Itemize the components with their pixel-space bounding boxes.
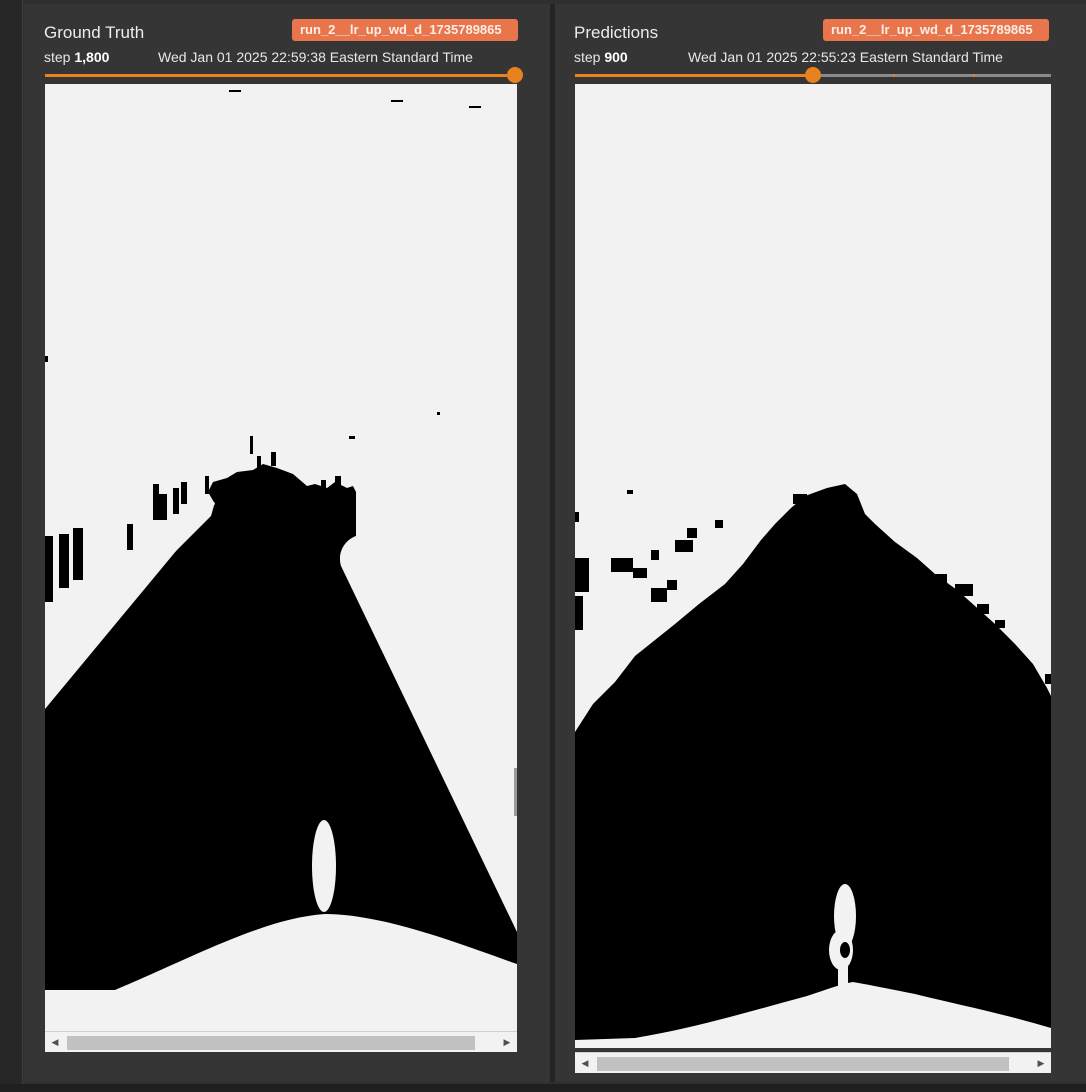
timestamp: Wed Jan 01 2025 22:55:23 Eastern Standar… [688, 49, 1003, 65]
scroll-left-icon[interactable]: ◀ [579, 1056, 591, 1070]
scroll-left-icon[interactable]: ◀ [49, 1035, 61, 1049]
step-slider[interactable] [575, 67, 1051, 83]
slider-thumb[interactable] [805, 67, 821, 83]
ground-truth-card: Ground Truth run_2__lr_up_wd_d_173578986… [24, 4, 550, 1082]
tensorboard-images-view: Ground Truth run_2__lr_up_wd_d_173578986… [0, 0, 1086, 1092]
slider-tick [893, 74, 895, 77]
card-title: Predictions [574, 23, 659, 42]
slider-fill [45, 74, 517, 77]
run-badge: run_2__lr_up_wd_d_1735789865 [292, 19, 518, 41]
card-title: Ground Truth [44, 23, 145, 42]
ground-truth-mask-image [45, 84, 517, 1034]
slider-thumb[interactable] [507, 67, 523, 83]
predictions-card: Predictions run_2__lr_up_wd_d_1735789865… [555, 4, 1086, 1082]
horizontal-scrollbar[interactable]: ◀ ▶ [575, 1052, 1051, 1073]
run-badge: run_2__lr_up_wd_d_1735789865 [823, 19, 1049, 41]
slider-tick [973, 74, 975, 77]
predictions-mask [575, 84, 1051, 1048]
step-value: 1,800 [74, 49, 110, 65]
step-slider[interactable] [45, 67, 523, 83]
predictions-mask-image [575, 84, 1051, 1048]
timestamp: Wed Jan 01 2025 22:59:38 Eastern Standar… [158, 49, 473, 65]
ground-truth-mask [45, 84, 517, 1034]
vertical-scrollbar[interactable] [514, 768, 517, 816]
left-rail [0, 0, 23, 1092]
scroll-right-icon[interactable]: ▶ [501, 1035, 513, 1049]
bottom-strip [0, 1084, 1086, 1092]
scroll-right-icon[interactable]: ▶ [1035, 1056, 1047, 1070]
scrollbar-thumb[interactable] [67, 1036, 475, 1050]
slider-fill [575, 74, 813, 77]
step-value: 900 [604, 49, 628, 65]
step-label: step 900 [574, 49, 628, 65]
horizontal-scrollbar[interactable]: ◀ ▶ [45, 1031, 517, 1052]
step-prefix: step [574, 49, 601, 65]
scrollbar-thumb[interactable] [597, 1057, 1009, 1071]
step-prefix: step [44, 49, 71, 65]
step-label: step 1,800 [44, 49, 109, 65]
